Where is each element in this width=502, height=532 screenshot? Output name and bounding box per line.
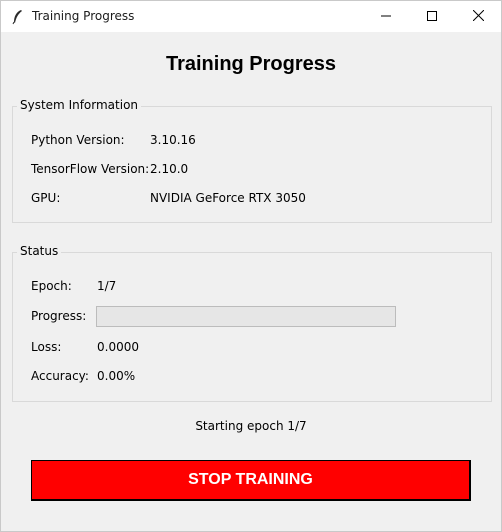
python-version-label: Python Version:: [31, 133, 125, 147]
tensorflow-version-value: 2.10.0: [150, 162, 189, 176]
gpu-value: NVIDIA GeForce RTX 3050: [150, 191, 306, 205]
accuracy-label: Accuracy:: [31, 369, 89, 383]
tensorflow-version-label: TensorFlow Version:: [31, 162, 150, 176]
system-information-group: System Information Python Version: 3.10.…: [12, 98, 492, 223]
status-group: Status Epoch: 1/7 Progress: Loss: 0.0000…: [12, 244, 492, 402]
maximize-button[interactable]: [409, 1, 455, 32]
python-version-value: 3.10.16: [150, 133, 196, 147]
app-window: Training Progress Training Progress Syst…: [0, 0, 502, 532]
maximize-icon: [427, 10, 437, 24]
close-icon: [472, 9, 484, 24]
accuracy-value: 0.00%: [97, 369, 136, 383]
stop-training-button[interactable]: STOP TRAINING: [31, 460, 471, 501]
feather-icon: [11, 9, 25, 25]
status-legend: Status: [17, 244, 62, 258]
window-title: Training Progress: [32, 9, 135, 23]
loss-value: 0.0000: [97, 340, 139, 354]
system-information-legend: System Information: [17, 98, 142, 112]
status-message: Starting epoch 1/7: [195, 419, 307, 433]
epoch-label: Epoch:: [31, 279, 72, 293]
title-bar[interactable]: Training Progress: [1, 1, 501, 32]
page-title: Training Progress: [165, 53, 337, 75]
progress-bar: [96, 306, 396, 327]
stop-training-label: STOP TRAINING: [188, 471, 313, 488]
minimize-button[interactable]: [363, 1, 409, 32]
progress-label: Progress:: [31, 309, 87, 323]
epoch-value: 1/7: [97, 279, 117, 293]
close-button[interactable]: [455, 1, 501, 32]
loss-label: Loss:: [31, 340, 62, 354]
minimize-icon: [381, 10, 391, 24]
gpu-label: GPU:: [31, 191, 61, 205]
